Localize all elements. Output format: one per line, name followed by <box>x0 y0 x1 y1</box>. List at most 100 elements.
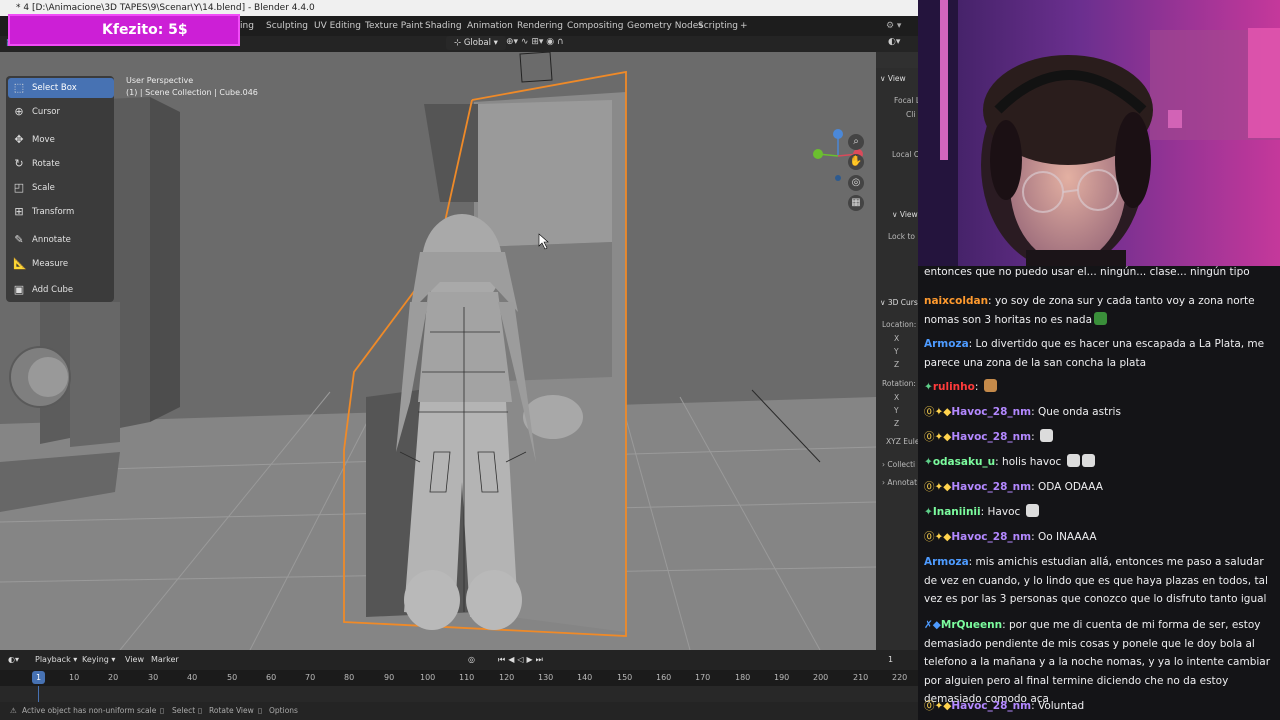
location-x-label: X <box>894 334 900 343</box>
badge-icon: ✦ <box>924 381 933 393</box>
playhead-frame[interactable]: 1 <box>32 671 45 684</box>
emote-icon <box>1066 454 1080 467</box>
tool-scale[interactable]: ◰ Scale <box>8 178 114 198</box>
tick-label: 170 <box>695 673 711 682</box>
3d-cursor-header[interactable]: ∨ 3D Curs <box>880 298 918 307</box>
chat-message: ⓪✦◆Havoc_28_nm: Oo INAAAA <box>924 531 1097 543</box>
tick-label: 80 <box>344 673 355 682</box>
annotation-panel-header[interactable]: › Annotat <box>882 478 917 487</box>
tool-cursor[interactable]: ⊕ Cursor <box>8 102 114 122</box>
marker-menu[interactable]: Marker <box>151 655 179 664</box>
tool-move[interactable]: ✥ Move <box>8 130 114 150</box>
tool-select-box[interactable]: ⬚ Select Box <box>8 78 114 98</box>
rotate-icon: ↻ <box>14 157 24 170</box>
pivot-icon[interactable]: ⊕▾ ∿ ⊞▾ ◉ ∩ <box>506 37 564 47</box>
tool-add-cube[interactable]: ▣ Add Cube <box>8 280 114 300</box>
tool-rotate[interactable]: ↻ Rotate <box>8 154 114 174</box>
emote-icon <box>1039 429 1053 442</box>
keying-menu[interactable]: Keying ▾ <box>82 655 115 664</box>
tool-transform[interactable]: ⊞ Transform <box>8 202 114 222</box>
chat-username[interactable]: Havoc_28_nm <box>951 431 1031 443</box>
emote-icon <box>1094 311 1107 325</box>
view-lock-header[interactable]: ∨ View <box>892 210 918 219</box>
tab-animation[interactable]: Animation <box>467 16 513 36</box>
rotation-mode-dropdown[interactable]: XYZ Eule <box>886 437 918 446</box>
chat-username[interactable]: naixcoldan <box>924 295 988 307</box>
tab-shading[interactable]: Shading <box>425 16 462 36</box>
mouse-right-icon: ▯ <box>258 706 263 715</box>
chat-username[interactable]: Havoc_28_nm <box>951 481 1031 493</box>
tab-scripting[interactable]: Scripting <box>698 16 738 36</box>
current-frame-field[interactable]: 1 <box>888 655 893 664</box>
collection-panel-header[interactable]: › Collecti <box>882 460 915 469</box>
add-workspace-button[interactable]: + <box>740 16 748 36</box>
annotate-icon: ✎ <box>14 233 24 246</box>
tab-layout[interactable]: ing <box>240 16 254 36</box>
cursor-icon: ⊕ <box>14 105 24 118</box>
playback-menu[interactable]: Playback ▾ <box>35 655 77 664</box>
timeline-editor: ◐▾ Playback ▾ Keying ▾ View Marker ◎ ⏮◀◁… <box>0 650 918 702</box>
zoom-icon[interactable]: ⌕ <box>848 134 864 150</box>
chat-message: ✗◆MrQueenn: por que me di cuenta de mi f… <box>924 619 1271 705</box>
chat-username[interactable]: MrQueenn <box>941 619 1002 631</box>
camera-view-icon[interactable]: ◎ <box>848 175 864 191</box>
badge-icon: ✦ <box>924 506 933 518</box>
chat-username[interactable]: Havoc_28_nm <box>951 531 1031 543</box>
tab-uv-editing[interactable]: UV Editing <box>314 16 361 36</box>
tab-sculpting[interactable]: Sculpting <box>266 16 308 36</box>
donation-alert: Kfezito: 5$ <box>8 14 240 46</box>
tick-label: 210 <box>853 673 869 682</box>
tab-geometry-nodes[interactable]: Geometry Nodes <box>627 16 703 36</box>
badge-icon: ⓪✦◆ <box>924 481 952 493</box>
chat-username[interactable]: Armoza <box>924 556 969 568</box>
view-menu[interactable]: View <box>125 655 144 664</box>
mouse-left-icon: ▯ <box>160 706 165 715</box>
move-icon: ✥ <box>14 133 24 146</box>
chat-message: ✦odasaku_u: holis havoc <box>924 453 1274 472</box>
tick-label: 10 <box>69 673 80 682</box>
tick-label: 30 <box>148 673 159 682</box>
tick-label: 120 <box>499 673 515 682</box>
chat-text: holis havoc <box>1002 456 1062 468</box>
pan-hand-icon[interactable]: ✋ <box>848 154 864 170</box>
auto-keying-icon[interactable]: ◎ <box>468 655 475 664</box>
rotation-z-label: Z <box>894 419 900 428</box>
tick-label: 180 <box>735 673 751 682</box>
chat-text: Havoc <box>987 506 1021 518</box>
chat-username[interactable]: Havoc_28_nm <box>951 406 1031 418</box>
overlay-icon[interactable]: ◐▾ <box>888 37 900 47</box>
chat-username[interactable]: Armoza <box>924 338 969 350</box>
scene-selector-icon[interactable]: ⚙ ▾ <box>886 16 901 36</box>
viewport-collection-label: (1) | Scene Collection | Cube.046 <box>126 88 258 97</box>
editor-type-icon[interactable]: ◐▾ <box>8 655 19 664</box>
chat-username[interactable]: Inaniinii <box>933 506 981 518</box>
status-bar: ⚠ Active object has non-uniform scale ▯ … <box>0 702 918 720</box>
scale-icon: ◰ <box>13 181 25 194</box>
transform-orientation-dropdown[interactable]: ⊹ Global ▾ <box>446 36 506 50</box>
3d-viewport[interactable]: User Perspective (1) | Scene Collection … <box>0 52 876 650</box>
badge-icon: ✦ <box>924 456 933 468</box>
chat-message: Armoza: Lo divertido que es hacer una es… <box>924 338 1265 369</box>
tick-label: 190 <box>774 673 790 682</box>
chat-username[interactable]: odasaku_u <box>933 456 995 468</box>
timeline-track[interactable] <box>0 686 918 702</box>
timeline-scale[interactable]: 1 10 20 30 40 50 60 70 80 90 100 110 120… <box>0 670 918 686</box>
playback-controls[interactable]: ⏮◀◁▶⏭ <box>498 655 546 665</box>
chat-username[interactable]: rulinho <box>933 381 975 393</box>
tab-rendering[interactable]: Rendering <box>517 16 563 36</box>
status-rotate: Rotate View <box>209 706 254 715</box>
tab-texture-paint[interactable]: Texture Paint <box>365 16 423 36</box>
tick-label: 40 <box>187 673 198 682</box>
tick-label: 90 <box>384 673 395 682</box>
tool-annotate[interactable]: ✎ Annotate <box>8 230 114 250</box>
tick-label: 60 <box>266 673 277 682</box>
n-panel-view-header[interactable]: ∨ View <box>880 74 906 83</box>
tab-compositing[interactable]: Compositing <box>567 16 623 36</box>
local-camera-label: Local C <box>892 150 918 159</box>
sidebar-n-panel: ∨ View Focal L Cli Local C ∨ View Lock t… <box>876 68 918 650</box>
chat-message: ✦Inaniinii: Havoc <box>924 503 1274 522</box>
tool-measure[interactable]: 📐 Measure <box>8 254 114 274</box>
perspective-grid-icon[interactable]: ▦ <box>848 195 864 211</box>
rotation-y-label: Y <box>894 406 899 415</box>
chat-username[interactable]: Havoc_28_nm <box>951 700 1031 712</box>
